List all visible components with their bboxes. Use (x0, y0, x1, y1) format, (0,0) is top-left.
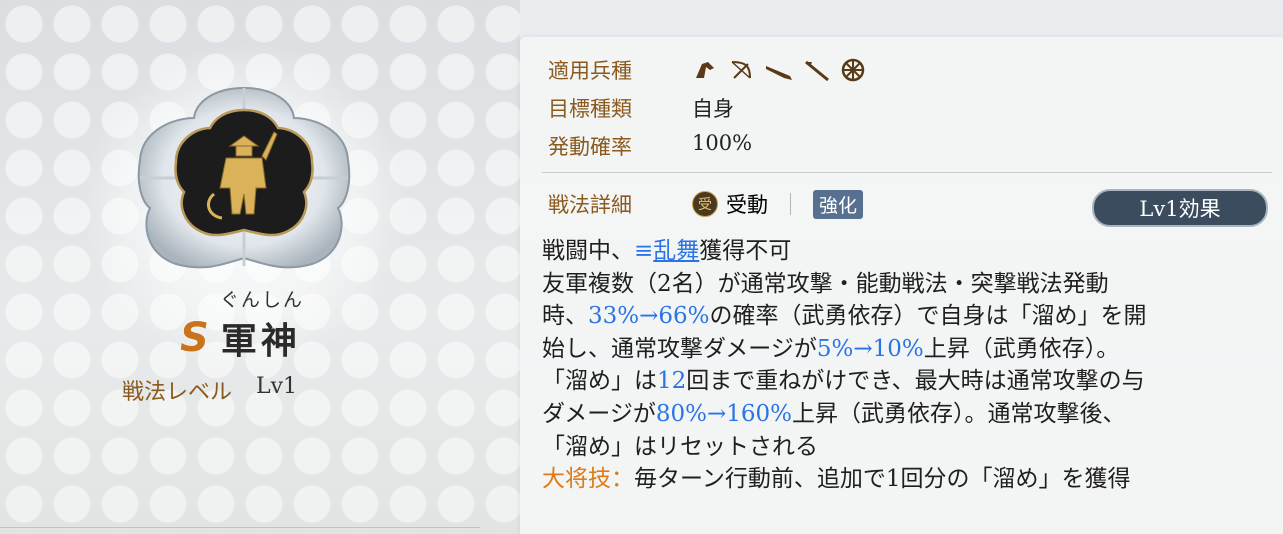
divider-line (0, 527, 480, 528)
desc-line: 「溜め」はリセットされる (542, 433, 818, 460)
detail-label: 戦法詳細 (548, 193, 632, 217)
desc-text: 時、 (542, 303, 588, 330)
detail-row: 戦法詳細 受 受動 強化 (548, 189, 864, 219)
target-value: 自身 (692, 97, 734, 121)
desc-value: 5%→10% (816, 335, 924, 362)
desc-text: ： (611, 466, 634, 493)
rate-label: 発動確率 (548, 135, 632, 159)
desc-text: 戦闘中、 (542, 238, 634, 264)
skill-name: 軍神 (220, 320, 301, 362)
spear-icon (805, 60, 829, 82)
desc-text: 回まで重ねがけでき、最大時は通常攻撃の与 (686, 368, 1145, 395)
desc-text: 「溜め」は (542, 368, 657, 395)
rate-row: 発動確率 100% (548, 131, 752, 161)
skill-description: 戦闘中、≡乱舞獲得不可 友軍複数（2名）が通常攻撃・能動戦法・突撃戦法発動 時、… (542, 235, 1277, 496)
desc-text: 始し、通常攻撃ダメージが (542, 335, 817, 362)
desc-value: 33%→66% (588, 303, 710, 330)
lv-effect-button[interactable]: Lv1効果 (1092, 189, 1268, 227)
cavalry-icon (696, 62, 714, 78)
unit-type-row: 適用兵種 (548, 55, 866, 85)
skill-name-row: S 軍神 (180, 312, 301, 364)
desc-line: 戦闘中、≡乱舞獲得不可 (542, 235, 1277, 268)
gun-icon (766, 66, 792, 80)
general-skill-label: 大将技 (542, 466, 611, 493)
skill-type-value: 受動 (726, 193, 768, 217)
desc-line: 友軍複数（2名）が通常攻撃・能動戦法・突撃戦法発動 (542, 270, 1109, 297)
desc-line: 「溜め」は12回まで重ねがけでき、最大時は通常攻撃の与 (542, 365, 1277, 398)
desc-text: ダメージが (542, 400, 656, 427)
bow-icon (731, 61, 751, 79)
desc-text: の確率（武勇依存）で自身は「溜め」を開 (709, 303, 1147, 330)
rambu-link-icon[interactable]: ≡ (634, 238, 653, 264)
separator (790, 193, 791, 215)
skill-level-label: 戦法レベル (122, 380, 233, 405)
skill-level-row: 戦法レベル Lv1 (122, 374, 297, 406)
rate-value: 100% (692, 131, 753, 155)
rank-badge: S (180, 315, 209, 361)
desc-text: 上昇（武勇依存）。 (923, 335, 1120, 362)
desc-line: 時、33%→66%の確率（武勇依存）で自身は「溜め」を開 (542, 300, 1277, 333)
passive-icon: 受 (692, 191, 718, 217)
desc-value: 80%→160% (655, 400, 793, 427)
desc-line: 大将技：毎ターン行動前、追加で1回分の「溜め」を獲得 (542, 463, 1277, 496)
desc-value: 12 (657, 368, 687, 395)
unit-type-icons (692, 55, 866, 85)
skill-detail-panel: 適用兵種 目標種類 自身 発動確率 100% 戦法詳細 受 受動 強化 Lv1効… (520, 37, 1283, 534)
skill-emblem-icon (137, 86, 351, 269)
desc-text: 上昇（武勇依存）。通常攻撃後、 (792, 400, 1126, 427)
target-row: 目標種類 自身 (548, 93, 734, 123)
wheel-icon (841, 58, 865, 82)
skill-furigana: ぐんしん (220, 289, 305, 311)
rambu-link[interactable]: 乱舞 (653, 238, 699, 264)
unit-type-label: 適用兵種 (548, 59, 632, 83)
desc-text: 獲得不可 (699, 238, 792, 264)
desc-line: ダメージが80%→160%上昇（武勇依存）。通常攻撃後、 (542, 398, 1277, 431)
desc-text: 毎ターン行動前、追加で1回分の「溜め」を獲得 (634, 466, 1131, 493)
target-label: 目標種類 (548, 97, 632, 121)
skill-level-value: Lv1 (256, 374, 298, 399)
desc-line: 始し、通常攻撃ダメージが5%→10%上昇（武勇依存）。 (542, 333, 1277, 366)
buff-tag: 強化 (813, 189, 864, 219)
panel-divider (542, 172, 1272, 173)
